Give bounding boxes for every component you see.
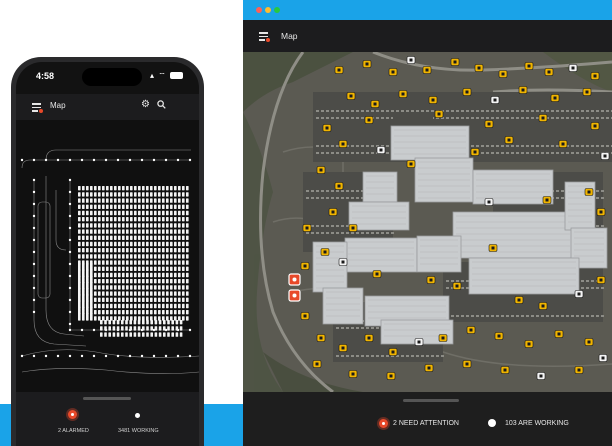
phone-screen: 4:58 ▴ ⌔ Map ⚙ 2 ALARMED 3481 WORKING — [16, 62, 199, 446]
page: 4:58 ▴ ⌔ Map ⚙ 2 ALARMED 3481 WORKING Ma… — [0, 0, 612, 446]
working-count[interactable]: 103 ARE WORKING — [505, 420, 569, 427]
window-title-bar — [243, 0, 612, 20]
desktop-window: Map 2 NEED ATTENTION 103 ARE WORKING — [243, 0, 612, 446]
status-icons: ▴ ⌔ — [150, 71, 183, 81]
alarmed-count[interactable]: 2 ALARMED — [58, 428, 89, 434]
phone-notch — [82, 68, 142, 86]
need-attention-count[interactable]: 2 NEED ATTENTION — [393, 420, 459, 427]
page-title: Map — [50, 101, 66, 110]
minimize-button[interactable] — [265, 7, 271, 13]
gear-icon[interactable]: ⚙ — [141, 100, 150, 110]
drag-handle[interactable] — [83, 397, 131, 400]
window-app-bar: Map — [243, 20, 612, 52]
menu-icon[interactable] — [32, 103, 43, 113]
alarm-status-dot — [379, 419, 388, 428]
close-button[interactable] — [256, 7, 262, 13]
search-icon[interactable] — [157, 100, 166, 109]
working-count[interactable]: 3481 WORKING — [118, 428, 159, 434]
phone-map[interactable] — [16, 120, 199, 392]
working-status-dot — [135, 413, 140, 418]
drag-handle[interactable] — [403, 399, 459, 402]
working-status-dot — [488, 419, 496, 427]
zoom-button[interactable] — [274, 7, 280, 13]
page-title: Map — [281, 31, 298, 41]
window-status-panel: 2 NEED ATTENTION 103 ARE WORKING — [243, 392, 612, 446]
menu-icon[interactable] — [259, 32, 270, 42]
device-marker-grid[interactable] — [78, 186, 189, 337]
battery-icon — [170, 72, 183, 80]
alarm-status-dot — [68, 410, 77, 419]
signal-wifi-icons: ▴ ⌔ — [150, 71, 167, 80]
satellite-map[interactable] — [243, 52, 612, 392]
phone-device: 4:58 ▴ ⌔ Map ⚙ 2 ALARMED 3481 WORKING — [11, 57, 204, 446]
status-time: 4:58 — [36, 71, 55, 81]
phone-app-bar: Map ⚙ — [16, 94, 199, 120]
phone-status-panel: 2 ALARMED 3481 WORKING — [16, 392, 199, 446]
